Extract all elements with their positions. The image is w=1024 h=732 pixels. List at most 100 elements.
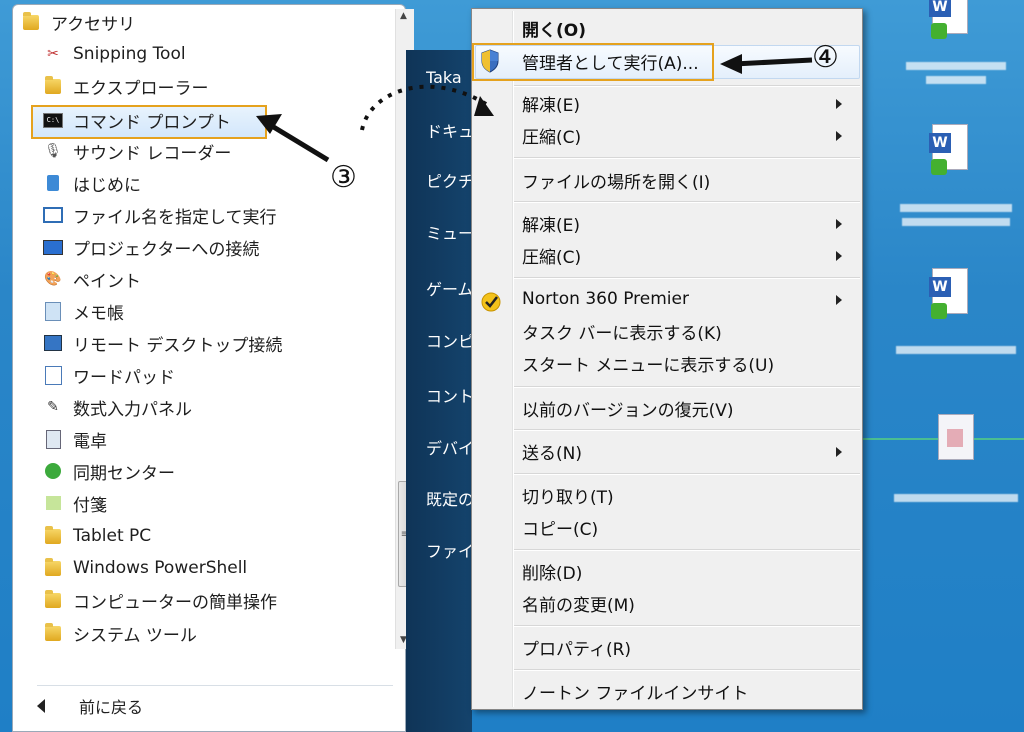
menu-label: 切り取り(T) xyxy=(522,487,614,508)
menu-item-open-location[interactable]: ファイルの場所を開く(I) xyxy=(522,166,852,194)
program-label: コマンド プロンプト xyxy=(73,112,231,133)
menu-item-rename[interactable]: 名前の変更(M) xyxy=(522,589,852,617)
folder-item[interactable]: コンピューターの簡単操作 xyxy=(43,585,383,615)
start-right-item[interactable]: コンピ xyxy=(426,328,476,352)
menu-item-properties[interactable]: プロパティ(R) xyxy=(522,633,852,661)
program-item[interactable]: ✂ Snipping Tool xyxy=(43,39,383,69)
menu-item-extract[interactable]: 解凍(E) xyxy=(522,209,852,237)
folder-item[interactable]: システム ツール xyxy=(43,618,383,648)
submenu-arrow-icon xyxy=(836,131,842,141)
program-item[interactable]: メモ帳 xyxy=(43,296,383,326)
menu-label: タスク バーに表示する(K) xyxy=(522,323,722,344)
word-document-icon[interactable]: W xyxy=(924,0,974,58)
menu-label: スタート メニューに表示する(U) xyxy=(522,355,775,376)
menu-separator xyxy=(514,625,860,627)
program-item[interactable]: リモート デスクトップ接続 xyxy=(43,328,383,358)
menu-item-cut[interactable]: 切り取り(T) xyxy=(522,481,852,509)
folder-explorer-icon xyxy=(43,75,63,96)
menu-label: 管理者として実行(A)... xyxy=(522,53,699,74)
menu-label: プロパティ(R) xyxy=(522,639,632,660)
word-document-icon[interactable]: W xyxy=(924,124,974,182)
program-item[interactable]: エクスプローラー xyxy=(43,71,383,101)
folder-item[interactable]: Tablet PC xyxy=(43,521,383,551)
desktop-icon-label xyxy=(886,198,1024,238)
program-label: サウンド レコーダー xyxy=(73,143,232,164)
projector-icon xyxy=(43,237,63,257)
menu-gutter xyxy=(512,11,514,707)
program-item[interactable]: 同期センター xyxy=(43,456,383,486)
program-label: Tablet PC xyxy=(73,526,152,546)
program-label: システム ツール xyxy=(73,625,197,646)
menu-item-pin-taskbar[interactable]: タスク バーに表示する(K) xyxy=(522,317,852,345)
program-item[interactable]: 🎨 ペイント xyxy=(43,264,383,294)
start-right-item[interactable]: 既定の xyxy=(426,486,476,510)
start-menu-right-column: Taka ドキュ ピクチ ミュー ゲーム コンピ コント デバイ 既定の ファイ xyxy=(406,50,474,732)
menu-item-run-as-admin[interactable]: 管理者として実行(A)... xyxy=(522,47,852,75)
submenu-arrow-icon xyxy=(836,219,842,229)
word-document-icon[interactable]: W xyxy=(924,268,974,326)
menu-item-open[interactable]: 開く(O) xyxy=(522,14,852,42)
menu-label: Norton 360 Premier xyxy=(522,289,689,309)
program-item-cmd[interactable]: C:\ コマンド プロンプト xyxy=(43,105,383,135)
folder-item[interactable]: Windows PowerShell xyxy=(43,553,383,583)
menu-item-pin-start[interactable]: スタート メニューに表示する(U) xyxy=(522,349,852,377)
run-icon xyxy=(43,205,63,225)
getting-started-icon xyxy=(43,173,63,193)
program-item[interactable]: ワードパッド xyxy=(43,360,383,390)
menu-label: 名前の変更(M) xyxy=(522,595,635,616)
cmd-icon: C:\ xyxy=(43,110,63,130)
desktop-icon-label xyxy=(886,488,1024,510)
paint-icon: 🎨 xyxy=(44,271,62,287)
program-label: リモート デスクトップ接続 xyxy=(73,335,283,356)
menu-separator xyxy=(514,549,860,551)
start-right-item[interactable]: コント xyxy=(426,383,476,407)
program-label: ファイル名を指定して実行 xyxy=(73,207,277,228)
document-file-icon[interactable] xyxy=(930,414,980,472)
menu-item-compress[interactable]: 圧縮(C) xyxy=(522,121,852,149)
menu-label: 送る(N) xyxy=(522,443,582,464)
menu-item-send-to[interactable]: 送る(N) xyxy=(522,437,852,465)
program-item[interactable]: プロジェクターへの接続 xyxy=(43,232,383,262)
start-right-item[interactable]: ゲーム xyxy=(426,276,476,300)
program-item[interactable]: 電卓 xyxy=(43,424,383,454)
start-right-item[interactable]: ミュー xyxy=(426,220,476,244)
start-right-item[interactable]: デバイ xyxy=(426,435,476,459)
program-label: ワードパッド xyxy=(73,367,175,388)
folder-icon xyxy=(43,525,63,546)
menu-label: 以前のバージョンの復元(V) xyxy=(522,400,734,421)
menu-item-extract[interactable]: 解凍(E) xyxy=(522,89,852,117)
program-label: 同期センター xyxy=(73,463,175,484)
start-right-item[interactable]: Taka xyxy=(426,68,476,87)
folder-icon xyxy=(43,589,63,610)
menu-item-norton[interactable]: Norton 360 Premier xyxy=(522,285,852,313)
program-label: はじめに xyxy=(73,175,141,196)
folder-accessories[interactable]: アクセサリ xyxy=(21,7,361,37)
menu-item-compress[interactable]: 圧縮(C) xyxy=(522,241,852,269)
back-button[interactable]: 前に戻る xyxy=(37,693,143,719)
menu-label: ノートン ファイルインサイト xyxy=(522,683,749,704)
start-right-item[interactable]: ドキュ xyxy=(426,118,476,142)
menu-item-restore-versions[interactable]: 以前のバージョンの復元(V) xyxy=(522,394,852,422)
submenu-arrow-icon xyxy=(836,251,842,261)
program-item[interactable]: ✎ 数式入力パネル xyxy=(43,392,383,422)
step-4-label: ④ xyxy=(812,40,839,75)
submenu-arrow-icon xyxy=(836,295,842,305)
menu-separator xyxy=(514,277,860,279)
menu-item-copy[interactable]: コピー(C) xyxy=(522,513,852,541)
start-right-item[interactable]: ピクチ xyxy=(426,168,476,192)
menu-item-delete[interactable]: 削除(D) xyxy=(522,557,852,585)
menu-separator xyxy=(514,85,860,87)
program-item[interactable]: 付箋 xyxy=(43,488,383,518)
program-item[interactable]: ファイル名を指定して実行 xyxy=(43,200,383,230)
menu-separator xyxy=(514,669,860,671)
desktop-icon-label xyxy=(886,340,1024,364)
start-right-item[interactable]: ファイ xyxy=(426,538,476,562)
scroll-up-icon[interactable]: ▲ xyxy=(400,11,407,21)
step-3-label: ③ xyxy=(330,160,357,195)
submenu-arrow-icon xyxy=(836,447,842,457)
menu-separator xyxy=(514,429,860,431)
norton-check-icon xyxy=(481,292,501,312)
menu-separator xyxy=(514,157,860,159)
submenu-arrow-icon xyxy=(836,99,842,109)
menu-item-norton-insight[interactable]: ノートン ファイルインサイト xyxy=(522,677,852,705)
